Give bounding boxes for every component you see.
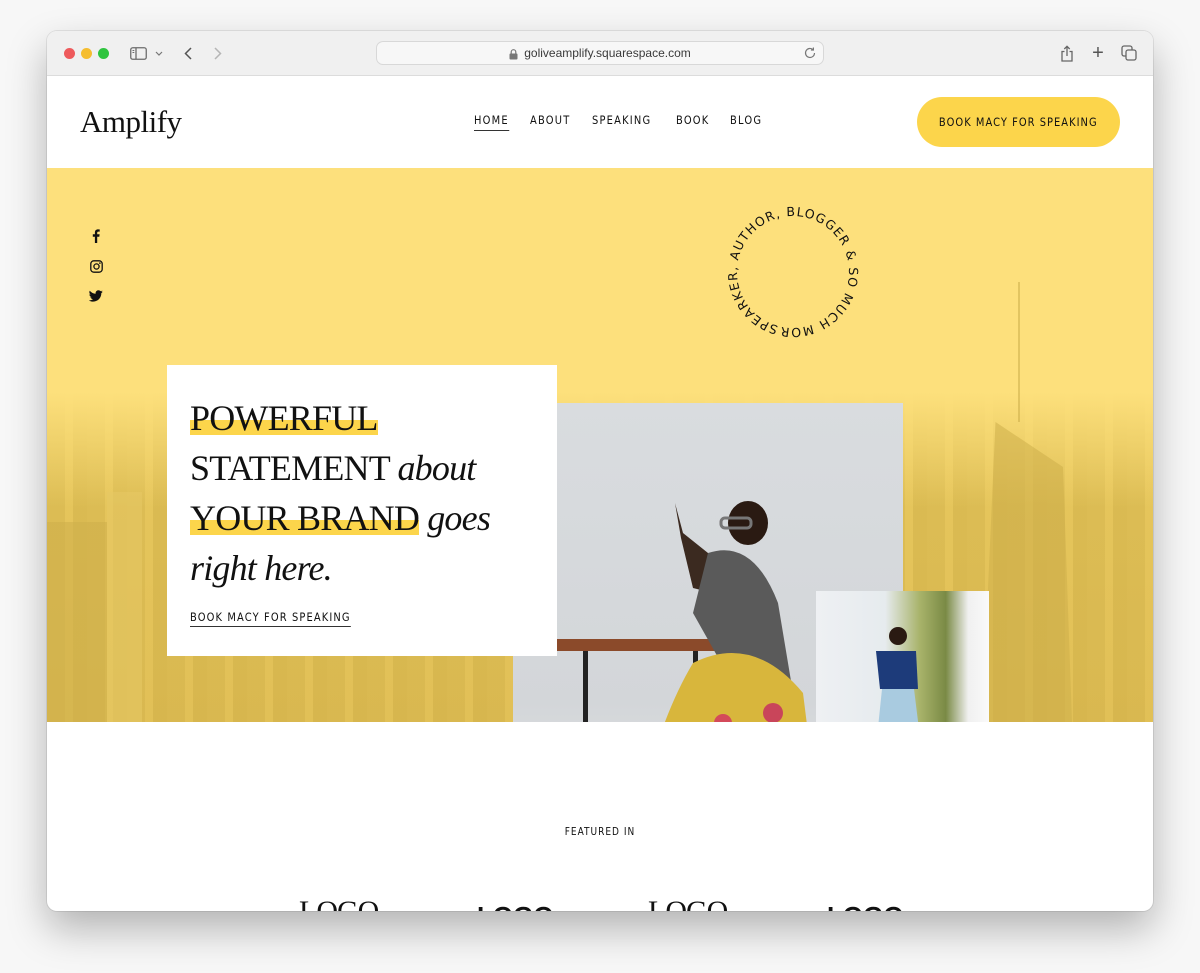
- new-tab-icon[interactable]: +: [1090, 42, 1106, 64]
- nav-home[interactable]: HOME: [474, 113, 509, 131]
- woman-figure: [664, 501, 807, 722]
- minimize-window-button[interactable]: [81, 48, 92, 59]
- headline-highlight: YOUR BRAND: [190, 498, 420, 538]
- book-speaking-button-label: BOOK MACY FOR SPEAKING: [939, 115, 1098, 129]
- featured-logo: LOGO: [299, 897, 379, 912]
- twitter-icon[interactable]: [89, 289, 103, 303]
- lock-icon: [509, 48, 518, 59]
- hero-photo-walking-woman: [816, 591, 989, 722]
- instagram-icon[interactable]: [89, 259, 103, 273]
- site-logo[interactable]: Amplify: [80, 104, 182, 140]
- svg-text:SPEARKER, AUTHOR, BLOGGER & SO: SPEARKER, AUTHOR, BLOGGER & SO MUCH MORE…: [719, 198, 867, 346]
- chevron-down-icon[interactable]: [153, 43, 165, 63]
- statement-card: POWERFUL STATEMENT about YOUR BRAND goes…: [167, 365, 557, 656]
- url-text: goliveamplify.squarespace.com: [524, 46, 691, 60]
- nav-about[interactable]: ABOUT: [530, 113, 570, 131]
- featured-logos: LOGO LOGO LOGO LOGO: [47, 897, 1153, 912]
- nav-blog[interactable]: BLOG: [730, 113, 762, 131]
- hero-headline: POWERFUL STATEMENT about YOUR BRAND goes…: [190, 393, 530, 593]
- facebook-icon[interactable]: [89, 229, 103, 243]
- nav-book[interactable]: BOOK: [676, 113, 709, 131]
- browser-window: goliveamplify.squarespace.com + Amplify …: [47, 31, 1153, 911]
- tab-overview-icon[interactable]: [1120, 43, 1138, 63]
- main-nav: HOME ABOUT SPEAKING BOOK BLOG: [474, 113, 767, 131]
- address-bar[interactable]: goliveamplify.squarespace.com: [376, 41, 824, 65]
- featured-logo: LOGO: [477, 903, 554, 911]
- site-header: Amplify HOME ABOUT SPEAKING BOOK BLOG BO…: [47, 76, 1153, 168]
- share-icon[interactable]: [1059, 43, 1075, 63]
- headline-text: STATEMENT: [190, 448, 390, 488]
- back-arrow-icon[interactable]: [181, 43, 195, 63]
- headline-italic: about: [397, 448, 476, 488]
- featured-logo: LOGO: [827, 903, 904, 911]
- skyline-spire: [1018, 282, 1020, 422]
- reload-icon[interactable]: [803, 46, 817, 60]
- close-window-button[interactable]: [64, 48, 75, 59]
- photo-table-leg: [583, 651, 588, 722]
- featured-in-label: FEATURED IN: [564, 825, 636, 838]
- skyline-building: [107, 492, 142, 722]
- featured-logo: LOGO: [648, 897, 728, 912]
- walking-woman-figure: [876, 627, 919, 722]
- maximize-window-button[interactable]: [98, 48, 109, 59]
- headline-italic: right here.: [190, 548, 333, 588]
- headline-highlight: POWERFUL: [190, 398, 378, 438]
- sidebar-toggle-icon[interactable]: [129, 43, 147, 63]
- skyline-building: [47, 522, 107, 722]
- circular-tagline: SPEARKER, AUTHOR, BLOGGER & SO MUCH MORE…: [719, 198, 867, 346]
- headline-italic: goes: [427, 498, 491, 538]
- hero-section: SPEARKER, AUTHOR, BLOGGER & SO MUCH MORE…: [47, 168, 1153, 722]
- forward-arrow-icon[interactable]: [211, 43, 225, 63]
- browser-toolbar: goliveamplify.squarespace.com +: [47, 31, 1153, 76]
- book-speaking-button[interactable]: BOOK MACY FOR SPEAKING: [917, 97, 1120, 147]
- featured-in-heading: FEATURED IN: [47, 825, 1153, 838]
- nav-speaking[interactable]: SPEAKING: [592, 113, 651, 131]
- book-speaking-link[interactable]: BOOK MACY FOR SPEAKING: [190, 610, 351, 627]
- skyline-building: [982, 422, 1072, 722]
- circular-tagline-text: SPEARKER, AUTHOR, BLOGGER & SO MUCH MORE…: [719, 198, 867, 346]
